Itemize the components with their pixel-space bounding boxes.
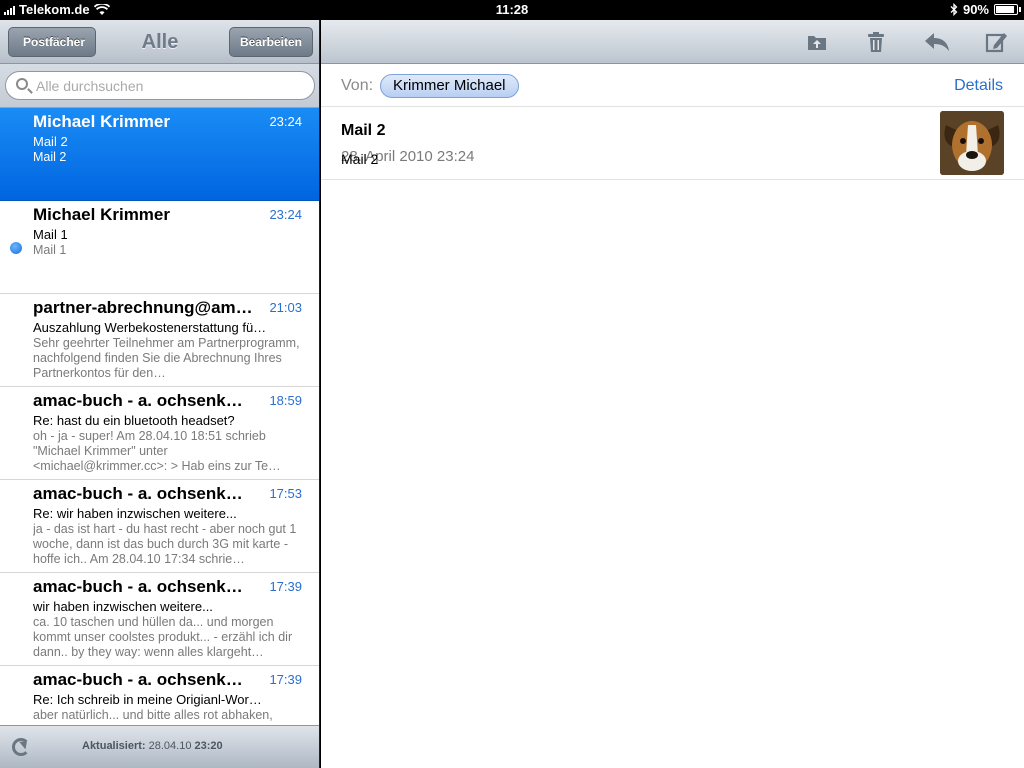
from-label: Von: (341, 77, 374, 94)
message-time: 21:03 (269, 300, 302, 315)
search-field[interactable] (5, 71, 315, 100)
edit-button[interactable]: Bearbeiten (228, 27, 313, 57)
bluetooth-icon (950, 3, 958, 16)
message-subject: Mail 2 (33, 134, 68, 149)
list-item[interactable]: amac-buch - a. ochsenk… 17:53 Re: wir ha… (0, 480, 319, 573)
reply-icon[interactable] (923, 30, 951, 54)
search-input[interactable] (36, 76, 306, 96)
message-list-pane: Postfächer Alle Bearbeiten Michael Krimm… (0, 20, 320, 768)
message-header: Von: Krimmer Michael Details Mail 2 28. … (321, 64, 1024, 180)
detail-toolbar (321, 20, 1024, 64)
message-sender: amac-buch - a. ochsenk… (33, 391, 243, 410)
message-subject: Re: wir haben inzwischen weitere... (33, 506, 237, 521)
trash-icon[interactable] (864, 30, 888, 54)
from-row: Von: Krimmer Michael Details (321, 64, 1024, 107)
message-detail-pane: Von: Krimmer Michael Details Mail 2 28. … (321, 20, 1024, 768)
message-list: Michael Krimmer 23:24 Mail 2 Mail 2 Mich… (0, 108, 319, 725)
message-subject: Re: hast du ein bluetooth headset? (33, 413, 235, 428)
message-time: 23:24 (269, 207, 302, 222)
list-item[interactable]: amac-buch - a. ochsenk… 17:39 Re: Ich sc… (0, 666, 319, 725)
list-item-selected[interactable]: Michael Krimmer 23:24 Mail 2 Mail 2 (0, 108, 319, 201)
message-sender: partner-abrechnung@am… (33, 298, 253, 317)
message-preview: ca. 10 taschen und hüllen da... und morg… (33, 615, 293, 659)
list-nav-bar: Postfächer Alle Bearbeiten (0, 20, 319, 64)
dog-avatar-icon (940, 111, 1004, 175)
message-sender: Michael Krimmer (33, 205, 170, 224)
battery-percent: 90% (962, 2, 989, 17)
refresh-icon[interactable] (12, 738, 30, 756)
details-link[interactable]: Details (954, 77, 1003, 95)
message-sender: amac-buch - a. ochsenk… (33, 484, 243, 503)
compose-icon[interactable] (984, 30, 1008, 54)
list-item[interactable]: amac-buch - a. ochsenk… 18:59 Re: hast d… (0, 387, 319, 480)
updated-time: 23:20 (194, 740, 223, 752)
message-time: 17:39 (269, 672, 302, 687)
message-body: Mail 2 (341, 151, 379, 167)
list-item[interactable]: amac-buch - a. ochsenk… 17:39 wir haben … (0, 573, 319, 666)
clock: 11:28 (495, 2, 529, 17)
message-time: 23:24 (269, 114, 302, 129)
message-preview: ja - das ist hart - du hast recht - aber… (33, 522, 297, 566)
list-item[interactable]: partner-abrechnung@am… 21:03 Auszahlung … (0, 294, 319, 387)
message-subject: Re: Ich schreib in meine Origianl-Wor… (33, 692, 262, 707)
message-subject: Mail 1 (33, 227, 68, 242)
list-toolbar: Aktualisiert: 28.04.10 23:20 (0, 725, 319, 768)
message-sender: amac-buch - a. ochsenk… (33, 670, 243, 689)
search-bar (0, 64, 319, 108)
search-icon (16, 78, 28, 90)
message-sender: amac-buch - a. ochsenk… (33, 577, 243, 596)
battery-icon (994, 4, 1021, 15)
message-sender: Michael Krimmer (33, 112, 170, 131)
message-time: 17:53 (269, 486, 302, 501)
status-bar: Telekom.de 11:28 90% (0, 0, 1024, 20)
message-subject-title: Mail 2 (341, 122, 386, 139)
sender-chip[interactable]: Krimmer Michael (380, 74, 519, 98)
message-preview: Mail 1 (33, 243, 67, 257)
message-preview: Sehr geehrter Teilnehmer am Partnerprogr… (33, 336, 300, 380)
list-item[interactable]: Michael Krimmer 23:24 Mail 1 Mail 1 (0, 201, 319, 294)
updated-label: Aktualisiert: (82, 740, 146, 752)
message-subject: Auszahlung Werbekostenerstattung fü… (33, 320, 267, 335)
move-folder-icon[interactable] (805, 30, 829, 54)
message-preview: Mail 2 (33, 150, 67, 164)
message-time: 17:39 (269, 579, 302, 594)
message-time: 18:59 (269, 393, 302, 408)
updated-date: 28.04.10 (148, 740, 192, 752)
update-status: Aktualisiert: 28.04.10 23:20 (82, 740, 223, 752)
subject-row: Mail 2 28. April 2010 23:24 (321, 107, 1024, 180)
message-preview: aber natürlich... und bitte alles rot ab… (33, 708, 273, 722)
sender-photo (940, 111, 1004, 175)
message-subject: wir haben inzwischen weitere... (33, 599, 213, 614)
unread-dot-icon (10, 242, 22, 254)
status-right: 90% (950, 2, 1021, 17)
message-preview: oh - ja - super! Am 28.04.10 18:51 schri… (33, 429, 281, 473)
